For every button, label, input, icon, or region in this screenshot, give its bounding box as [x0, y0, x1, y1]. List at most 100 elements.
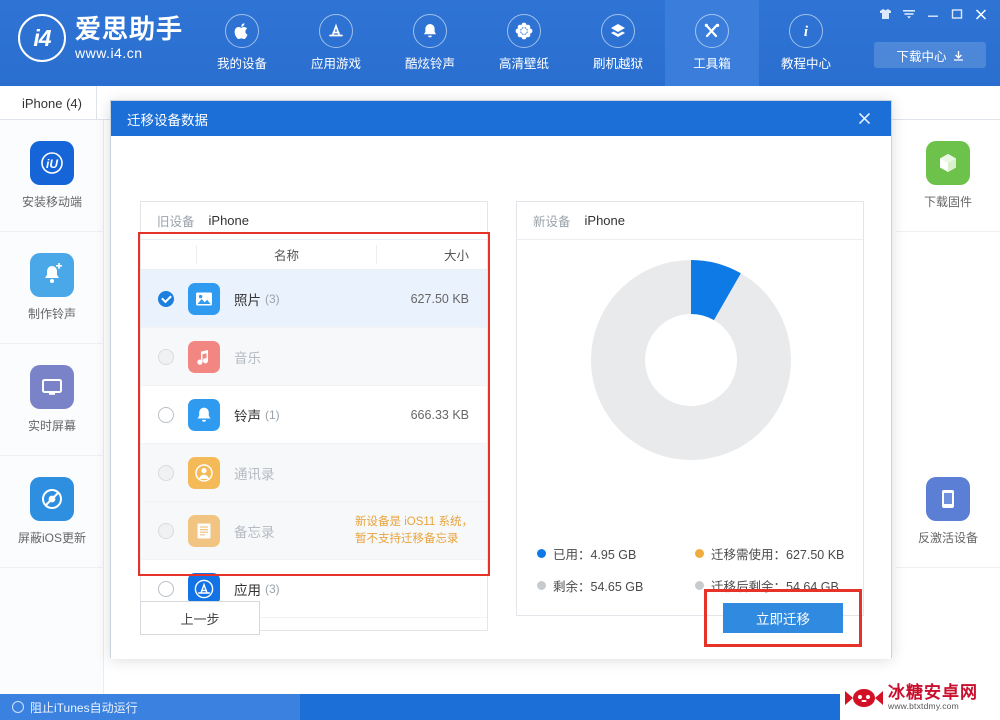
i4-logo-icon: i4 — [18, 14, 66, 62]
minimize-icon[interactable] — [922, 4, 944, 24]
source-device-panel: 旧设备 iPhone 名称 大小 照片 (3) 627.50 KB 音乐 铃声 (1) 66… — [140, 201, 488, 631]
new-device-value: iPhone — [584, 213, 625, 228]
bell-icon — [413, 14, 447, 48]
storage-donut-chart — [517, 257, 865, 463]
dialog-close-icon[interactable] — [847, 101, 881, 136]
maximize-icon[interactable] — [946, 4, 968, 24]
dialog-title-bar: 迁移设备数据 — [111, 101, 891, 136]
photo-icon — [188, 282, 220, 315]
row-radio-0[interactable] — [158, 290, 174, 307]
appstore-icon — [319, 14, 353, 48]
old-device-value: iPhone — [208, 213, 249, 228]
row-warning-text: 新设备是 iOS11 系统， 暂不支持迁移备忘录 — [355, 515, 473, 545]
itunes-block-label: 阻止iTunes自动运行 — [30, 700, 138, 715]
nav-ringtones[interactable]: 酷炫铃声 — [383, 0, 477, 86]
candy-logo-icon — [845, 688, 883, 707]
ringtone-icon — [188, 398, 220, 431]
dialog-title: 迁移设备数据 — [127, 112, 208, 128]
row-radio-2[interactable] — [158, 406, 174, 423]
new-device-key: 新设备 — [533, 215, 571, 229]
nav-label: 酷炫铃声 — [404, 57, 455, 71]
brand-logo[interactable]: i4 爱思助手 www.i4.cn — [18, 14, 183, 62]
contacts-icon — [188, 456, 220, 489]
background-tools-left: iU 安装移动端 制作铃声 实时屏幕 屏蔽iOS更新 — [0, 120, 104, 568]
nav-label: 工具箱 — [693, 57, 731, 71]
music-icon — [188, 340, 220, 373]
column-name: 名称 — [196, 245, 377, 264]
download-center-label: 下载中心 — [896, 49, 947, 64]
info-icon: i — [789, 14, 823, 48]
bg-tool-download-firmware[interactable]: 下载固件 — [896, 120, 1000, 232]
background-tools-right: 下载固件 反激活设备 — [896, 120, 1000, 568]
nav-toolbox[interactable]: 工具箱 — [665, 0, 759, 86]
migrate-now-button[interactable]: 立即迁移 — [723, 603, 843, 633]
row-label: 照片 — [234, 292, 261, 308]
bg-tool-realtime-screen[interactable]: 实时屏幕 — [0, 344, 104, 456]
notes-icon — [188, 514, 220, 547]
target-device-panel: 新设备 iPhone 已用：4.95 GB 迁移需使用：627.50 KB 剩余：5… — [516, 201, 864, 616]
menu-icon[interactable] — [898, 4, 920, 24]
row-label: 备忘录 — [234, 524, 275, 540]
close-icon[interactable] — [970, 4, 992, 24]
row-count: (3) — [265, 291, 280, 306]
bg-tool-block-ios-update[interactable]: 屏蔽iOS更新 — [0, 456, 104, 568]
list-item[interactable]: 铃声 (1) 666.33 KB — [141, 386, 487, 444]
box-icon — [601, 14, 635, 48]
row-radio-5[interactable] — [158, 580, 174, 597]
prev-step-button[interactable]: 上一步 — [140, 601, 260, 635]
nav-label: 我的设备 — [216, 57, 267, 71]
svg-text:i: i — [804, 24, 809, 40]
row-size: 666.33 KB — [410, 407, 469, 422]
legend-dot-icon — [537, 549, 546, 558]
row-label: 通讯录 — [234, 466, 275, 482]
nav-my-device[interactable]: 我的设备 — [195, 0, 289, 86]
download-center-button[interactable]: 下载中心 — [874, 42, 986, 68]
list-item[interactable]: 照片 (3) 627.50 KB — [141, 270, 487, 328]
brand-url: www.i4.cn — [75, 45, 143, 61]
old-device-key: 旧设备 — [157, 215, 195, 229]
flower-icon — [507, 14, 541, 48]
watermark: 冰糖安卓网 www.btxtdmy.com — [840, 675, 1000, 720]
list-item: 音乐 — [141, 328, 487, 386]
legend-text: 已用：4.95 GB — [553, 548, 637, 562]
gear-block-icon — [30, 477, 74, 521]
watermark-text: 冰糖安卓网 www.btxtdmy.com — [888, 684, 978, 711]
itunes-checkbox[interactable] — [12, 701, 24, 713]
list-column-headers: 名称 大小 — [141, 240, 487, 270]
app-header: i4 爱思助手 www.i4.cn 我的设备 应用游戏 酷炫铃声 高清壁纸 刷机… — [0, 0, 1000, 86]
dialog-body: 旧设备 iPhone 名称 大小 照片 (3) 627.50 KB 音乐 铃声 (1) 66… — [111, 136, 891, 659]
new-device-header: 新设备 iPhone — [517, 202, 863, 240]
row-count: (3) — [265, 581, 280, 596]
watermark-url: www.btxtdmy.com — [888, 700, 959, 711]
row-count: (1) — [265, 407, 280, 422]
bg-tool-deactivate-device[interactable]: 反激活设备 — [896, 456, 1000, 568]
nav-tutorial-center[interactable]: i 教程中心 — [759, 0, 853, 86]
brand-text: 爱思助手 www.i4.cn — [75, 16, 183, 60]
ringtone-plus-icon — [30, 253, 74, 297]
row-label: 应用 — [234, 582, 261, 598]
chart-legend: 已用：4.95 GB 迁移需使用：627.50 KB 剩余：54.65 GB 迁移后剩… — [537, 544, 847, 595]
row-radio-1 — [158, 348, 174, 365]
nav-label: 高清壁纸 — [498, 57, 549, 71]
nav-label: 刷机越狱 — [592, 57, 643, 71]
tab-device[interactable]: iPhone (4) — [8, 86, 97, 120]
migrate-dialog: 迁移设备数据 旧设备 iPhone 名称 大小 照片 (3) 627.50 KB 音乐… — [110, 100, 892, 659]
bg-tool-label: 实时屏幕 — [27, 419, 76, 433]
list-item: 备忘录 新设备是 iOS11 系统， 暂不支持迁移备忘录 — [141, 502, 487, 560]
nav-flash-jailbreak[interactable]: 刷机越狱 — [571, 0, 665, 86]
app-root: iPhone (4) iU 安装移动端 制作铃声 实时屏幕 屏蔽iOS更新 下载… — [0, 0, 1000, 720]
skin-icon[interactable] — [874, 4, 896, 24]
cube-icon — [926, 141, 970, 185]
legend-text: 剩余：54.65 GB — [553, 580, 644, 594]
row-radio-4 — [158, 522, 174, 539]
row-radio-3 — [158, 464, 174, 481]
nav-apps-games[interactable]: 应用游戏 — [289, 0, 383, 86]
itunes-block-toggle[interactable]: 阻止iTunes自动运行 — [0, 694, 300, 720]
old-device-header: 旧设备 iPhone — [141, 202, 487, 240]
brand-name: 爱思助手 — [75, 14, 184, 44]
bg-tool-make-ringtone[interactable]: 制作铃声 — [0, 232, 104, 344]
nav-wallpapers[interactable]: 高清壁纸 — [477, 0, 571, 86]
legend-dot-icon — [537, 581, 546, 590]
bg-tool-install-mobile[interactable]: iU 安装移动端 — [0, 120, 104, 232]
bg-tool-label: 反激活设备 — [917, 531, 978, 545]
